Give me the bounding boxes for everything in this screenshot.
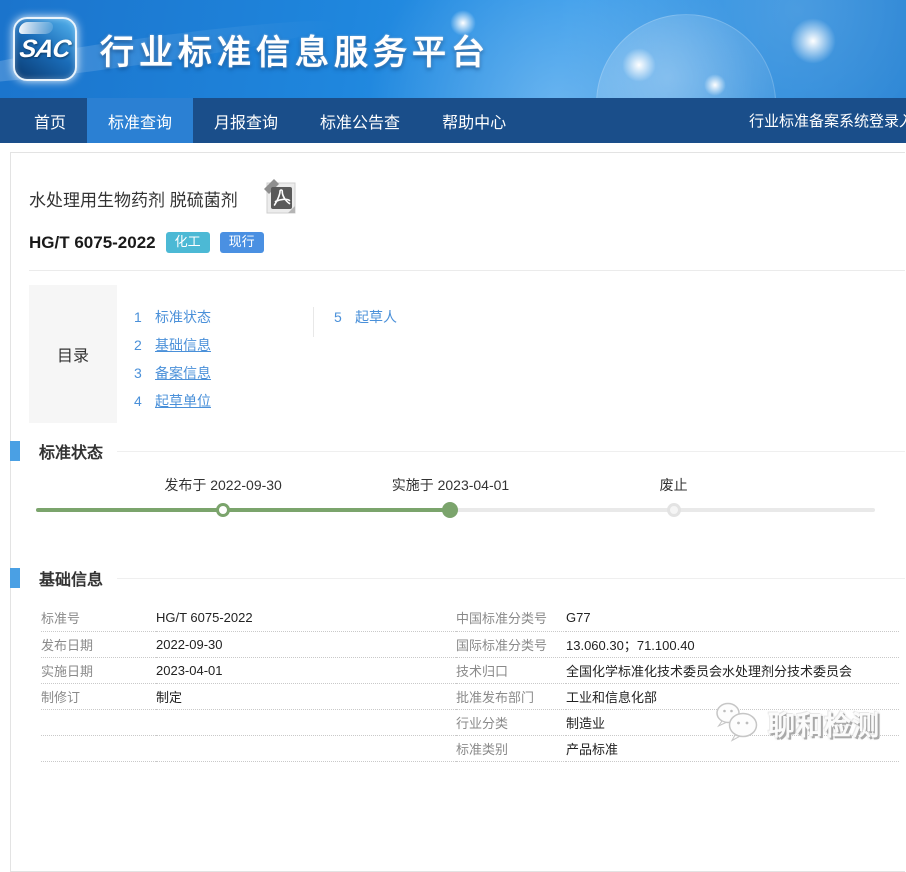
sac-logo-text: SAC [18, 35, 73, 64]
section-bar [10, 568, 20, 588]
info-value: 全国化学标准化技术委员会水处理剂分技术委员会 [566, 657, 899, 683]
info-value [156, 709, 456, 735]
toc-title: 目录 [29, 285, 117, 423]
nav-item-help-center[interactable]: 帮助中心 [421, 98, 527, 143]
section-header-basic-info: 基础信息 [11, 567, 905, 589]
info-label: 标准号 [41, 605, 156, 631]
toc-item-drafters[interactable]: 5 起草人 [334, 303, 474, 331]
info-value [156, 735, 456, 761]
status-timeline: 发布于 2022-09-30 实施于 2023-04-01 废止 [36, 462, 875, 550]
section-header-status: 标准状态 [11, 440, 905, 462]
toc-column-1: 1 标准状态 2 基础信息 3 备案信息 4 起草单位 [134, 303, 313, 423]
section-title-status: 标准状态 [39, 439, 103, 463]
info-label: 实施日期 [41, 657, 156, 683]
info-label: 行业分类 [456, 709, 566, 735]
info-value: 2023-04-01 [156, 657, 456, 683]
info-label: 技术归口 [456, 657, 566, 683]
info-label: 国际标准分类号 [456, 631, 566, 657]
nav-item-monthly-report[interactable]: 月报查询 [193, 98, 299, 143]
document-header: 水处理用生物药剂 脱硫菌剂 HG/T 6075-2022 化工 现行 [11, 153, 905, 253]
info-value: 工业和信息化部 [566, 683, 899, 709]
info-label: 中国标准分类号 [456, 605, 566, 631]
nav-item-standard-search[interactable]: 标准查询 [87, 98, 193, 143]
info-label [41, 709, 156, 735]
nav-item-home[interactable]: 首页 [13, 98, 87, 143]
nav-item-announcement[interactable]: 标准公告查 [299, 98, 421, 143]
standard-title: 水处理用生物药剂 脱硫菌剂 [29, 186, 238, 211]
section-rule [117, 578, 905, 579]
info-label: 制修订 [41, 683, 156, 709]
table-row: 制修订 制定 批准发布部门 工业和信息化部 [41, 683, 899, 709]
timeline-dot-published [216, 503, 230, 517]
toc-column-2: 5 起草人 [334, 303, 474, 423]
info-label [41, 735, 156, 761]
timeline-label-abolished: 废止 [660, 475, 688, 495]
timeline-dot-abolished [667, 503, 681, 517]
info-value: G77 [566, 605, 899, 631]
info-value: 产品标准 [566, 735, 899, 761]
site-header: SAC 行业标准信息服务平台 [0, 0, 906, 98]
section-rule [117, 451, 905, 452]
table-of-contents: 目录 1 标准状态 2 基础信息 3 备案信息 4 起草单位 [29, 285, 887, 423]
divider [29, 270, 905, 271]
table-row: 行业分类 制造业 [41, 709, 899, 735]
status-badge: 现行 [220, 232, 264, 253]
toc-item-filing-info[interactable]: 3 备案信息 [134, 359, 313, 387]
basic-info-table: 标准号 HG/T 6075-2022 中国标准分类号 G77 发布日期 2022… [41, 605, 899, 762]
pdf-icon[interactable] [262, 179, 300, 217]
sparkle-icon [790, 18, 836, 64]
info-value: 2022-09-30 [156, 631, 456, 657]
info-value: 13.060.30；71.100.40 [566, 631, 899, 657]
timeline-completed-track [36, 508, 450, 512]
toc-item-status[interactable]: 1 标准状态 [134, 303, 313, 331]
toc-item-basic-info[interactable]: 2 基础信息 [134, 331, 313, 359]
section-title-basic-info: 基础信息 [39, 566, 103, 590]
site-title: 行业标准信息服务平台 [100, 25, 490, 74]
sparkle-icon [704, 74, 726, 96]
timeline-label-published: 发布于 2022-09-30 [164, 475, 282, 495]
toc-divider [313, 307, 314, 337]
timeline-dot-implemented [442, 502, 458, 518]
main-nav: 首页 标准查询 月报查询 标准公告查 帮助中心 行业标准备案系统登录入 [0, 98, 906, 143]
info-label: 发布日期 [41, 631, 156, 657]
toc-item-drafting-org[interactable]: 4 起草单位 [134, 387, 313, 415]
info-label: 批准发布部门 [456, 683, 566, 709]
table-row: 标准类别 产品标准 [41, 735, 899, 761]
table-row: 标准号 HG/T 6075-2022 中国标准分类号 G77 [41, 605, 899, 631]
info-value: HG/T 6075-2022 [156, 605, 456, 631]
sac-logo[interactable]: SAC [13, 17, 77, 81]
table-row: 实施日期 2023-04-01 技术归口 全国化学标准化技术委员会水处理剂分技术… [41, 657, 899, 683]
standard-code: HG/T 6075-2022 [29, 233, 156, 253]
sparkle-icon [622, 48, 656, 82]
filing-system-login-link[interactable]: 行业标准备案系统登录入 [749, 98, 906, 143]
table-row: 发布日期 2022-09-30 国际标准分类号 13.060.30；71.100… [41, 631, 899, 657]
section-bar [10, 441, 20, 461]
info-value: 制造业 [566, 709, 899, 735]
content-panel: 水处理用生物药剂 脱硫菌剂 HG/T 6075-2022 化工 现行 目录 [10, 152, 905, 872]
info-label: 标准类别 [456, 735, 566, 761]
industry-badge: 化工 [166, 232, 210, 253]
timeline-label-implemented: 实施于 2023-04-01 [392, 475, 510, 495]
timeline-future-track [450, 508, 875, 512]
info-value: 制定 [156, 683, 456, 709]
